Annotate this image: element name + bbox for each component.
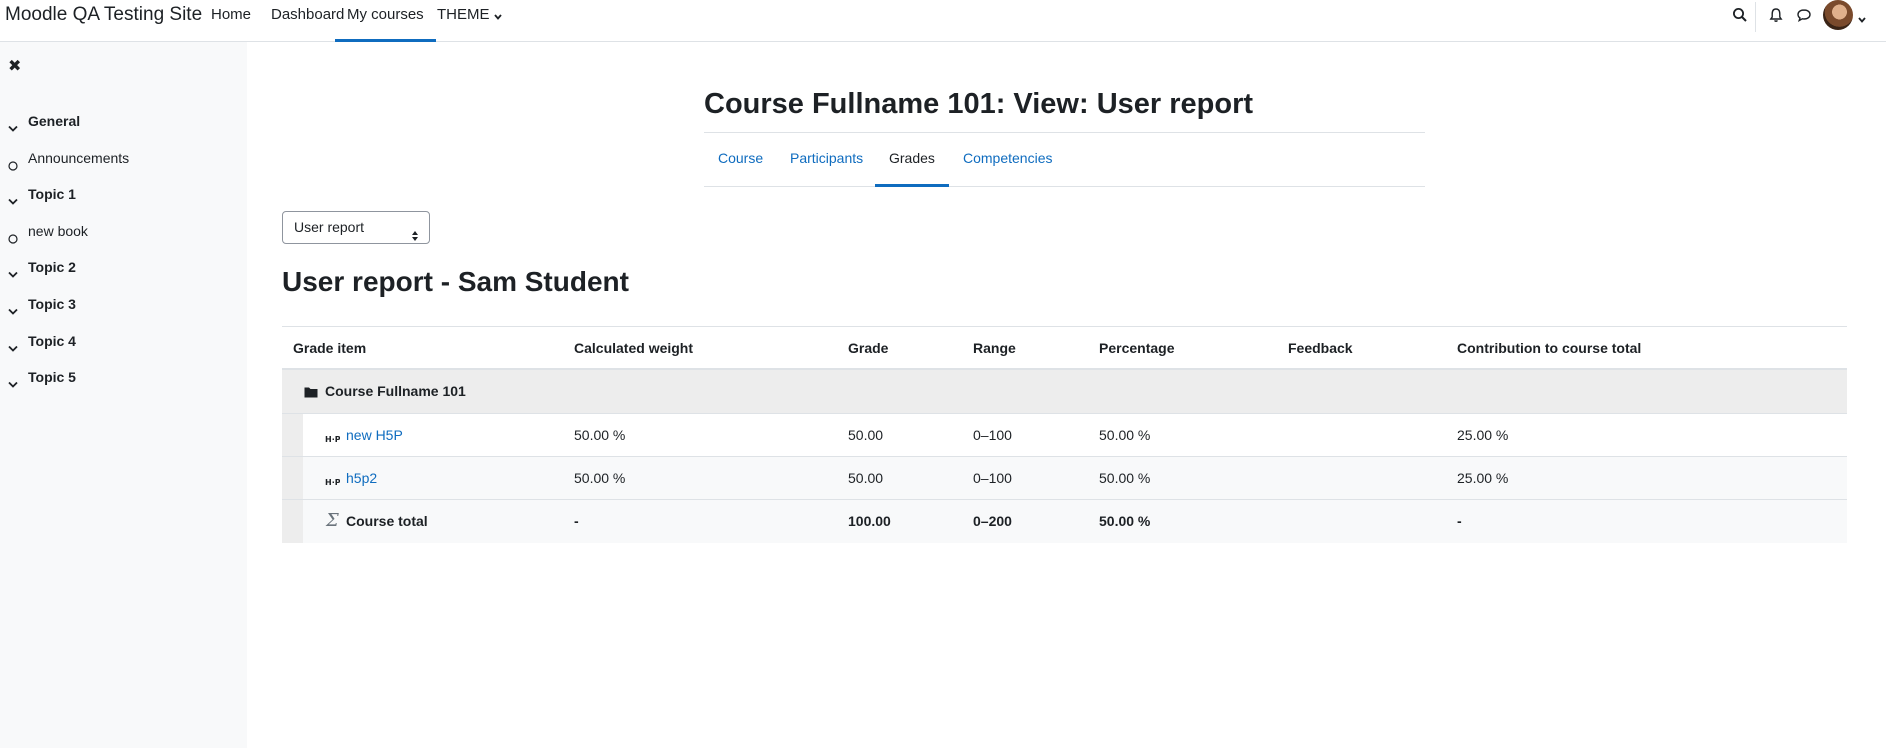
drawer-activity-announcements[interactable]: Announcements: [0, 145, 247, 171]
range-cell: 0–200: [973, 513, 1012, 529]
indent-bar: [282, 457, 303, 499]
report-select-value: User report: [294, 219, 365, 235]
grade-item-link[interactable]: h5p2: [346, 457, 377, 499]
drawer-section-topic-4[interactable]: Topic 4: [0, 328, 247, 354]
drawer-item-label: General: [28, 113, 81, 129]
indent-bar: [282, 414, 303, 456]
table-header-row: Grade item Calculated weight Grade Range…: [282, 326, 1847, 370]
drawer-section-general[interactable]: General: [0, 108, 247, 134]
course-total-row: Σ Course total - 100.00 0–200 50.00 % -: [282, 500, 1847, 543]
drawer-section-topic-3[interactable]: Topic 3: [0, 291, 247, 317]
navbar-right-area: [1726, 0, 1886, 42]
nav-home[interactable]: Home: [199, 0, 263, 42]
chat-icon[interactable]: [1796, 7, 1812, 23]
column-header: Feedback: [1288, 340, 1353, 356]
circle-icon: [8, 226, 18, 252]
secondary-navigation: Course Participants Grades Competencies: [704, 132, 1425, 187]
top-navbar: Moodle QA Testing Site Home Dashboard My…: [0, 0, 1886, 42]
user-menu-chevron-icon[interactable]: [1858, 10, 1874, 26]
tab-participants[interactable]: Participants: [776, 133, 877, 187]
drawer-item-label: Topic 5: [28, 369, 76, 385]
drawer-section-topic-2[interactable]: Topic 2: [0, 254, 247, 280]
navbar-divider: [1755, 2, 1756, 32]
contribution-cell: 25.00 %: [1457, 427, 1509, 443]
grade-cell: 100.00: [848, 513, 891, 529]
drawer-item-label: Topic 4: [28, 333, 76, 349]
tab-grades[interactable]: Grades: [875, 133, 949, 187]
chevron-down-icon[interactable]: [8, 335, 18, 361]
column-header: Percentage: [1099, 340, 1175, 356]
grade-cell: 50.00: [848, 427, 884, 443]
search-icon[interactable]: [1732, 7, 1748, 23]
contribution-cell: 25.00 %: [1457, 470, 1509, 486]
column-header: Grade: [848, 340, 889, 356]
report-type-select[interactable]: User report: [282, 211, 430, 244]
chevron-down-icon[interactable]: [8, 261, 18, 287]
folder-icon: [304, 385, 318, 401]
tab-competencies[interactable]: Competencies: [949, 133, 1067, 187]
user-avatar[interactable]: [1823, 0, 1853, 30]
contribution-cell: -: [1457, 513, 1462, 529]
grade-item-link[interactable]: new H5P: [346, 414, 403, 456]
nav-my-courses[interactable]: My courses: [335, 0, 436, 42]
chevron-down-icon: [493, 1, 502, 30]
site-name-link[interactable]: Moodle QA Testing Site: [5, 4, 202, 26]
table-row: H·P new H5P 50.00 % 50.00 0–100 50.00 % …: [282, 414, 1847, 457]
column-header: Contribution to course total: [1457, 340, 1642, 356]
page-title: Course Fullname 101: View: User report: [704, 88, 1254, 120]
grade-cell: 50.00: [848, 470, 884, 486]
drawer-activity-new-book[interactable]: new book: [0, 218, 247, 244]
indent-bar: [282, 500, 303, 543]
drawer-section-topic-1[interactable]: Topic 1: [0, 181, 247, 207]
range-cell: 0–100: [973, 470, 1012, 486]
column-header: Grade item: [293, 340, 367, 356]
close-icon[interactable]: ✖: [8, 58, 21, 76]
category-row: Course Fullname 101: [282, 370, 1847, 414]
weight-cell: -: [574, 513, 579, 529]
weight-cell: 50.00 %: [574, 470, 626, 486]
chevron-down-icon[interactable]: [8, 188, 18, 214]
weight-cell: 50.00 %: [574, 427, 626, 443]
drawer-item-label: new book: [28, 223, 88, 239]
chevron-down-icon[interactable]: [8, 371, 18, 397]
table-row: H·P h5p2 50.00 % 50.00 0–100 50.00 % 25.…: [282, 457, 1847, 500]
drawer-item-label: Topic 3: [28, 296, 76, 312]
h5p-icon: H·P: [325, 430, 341, 446]
nav-theme-menu[interactable]: THEME: [425, 0, 514, 42]
column-header: Range: [973, 340, 1016, 356]
drawer-item-label: Topic 1: [28, 186, 76, 202]
drawer-item-label: Announcements: [28, 150, 130, 166]
nav-theme-label: THEME: [437, 6, 490, 23]
range-cell: 0–100: [973, 427, 1012, 443]
chevron-down-icon[interactable]: [8, 298, 18, 324]
h5p-icon: H·P: [325, 473, 341, 489]
select-arrows-icon: [411, 222, 419, 253]
report-heading: User report - Sam Student: [282, 266, 629, 297]
drawer-item-label: Topic 2: [28, 259, 76, 275]
column-header: Calculated weight: [574, 340, 694, 356]
tab-course[interactable]: Course: [704, 133, 777, 187]
total-name: Course total: [346, 513, 428, 529]
course-index-drawer: ✖ General Announcements Topic 1 new book…: [0, 42, 247, 748]
percentage-cell: 50.00 %: [1099, 470, 1151, 486]
svg-text:H·P: H·P: [325, 435, 340, 443]
percentage-cell: 50.00 %: [1099, 427, 1151, 443]
chevron-down-icon[interactable]: [8, 115, 18, 141]
drawer-section-topic-5[interactable]: Topic 5: [0, 364, 247, 390]
percentage-cell: 50.00 %: [1099, 513, 1151, 529]
category-name: Course Fullname 101: [325, 383, 466, 399]
sigma-icon: Σ: [326, 510, 339, 531]
svg-text:H·P: H·P: [325, 478, 340, 486]
circle-icon: [8, 153, 18, 179]
bell-icon[interactable]: [1768, 7, 1784, 23]
